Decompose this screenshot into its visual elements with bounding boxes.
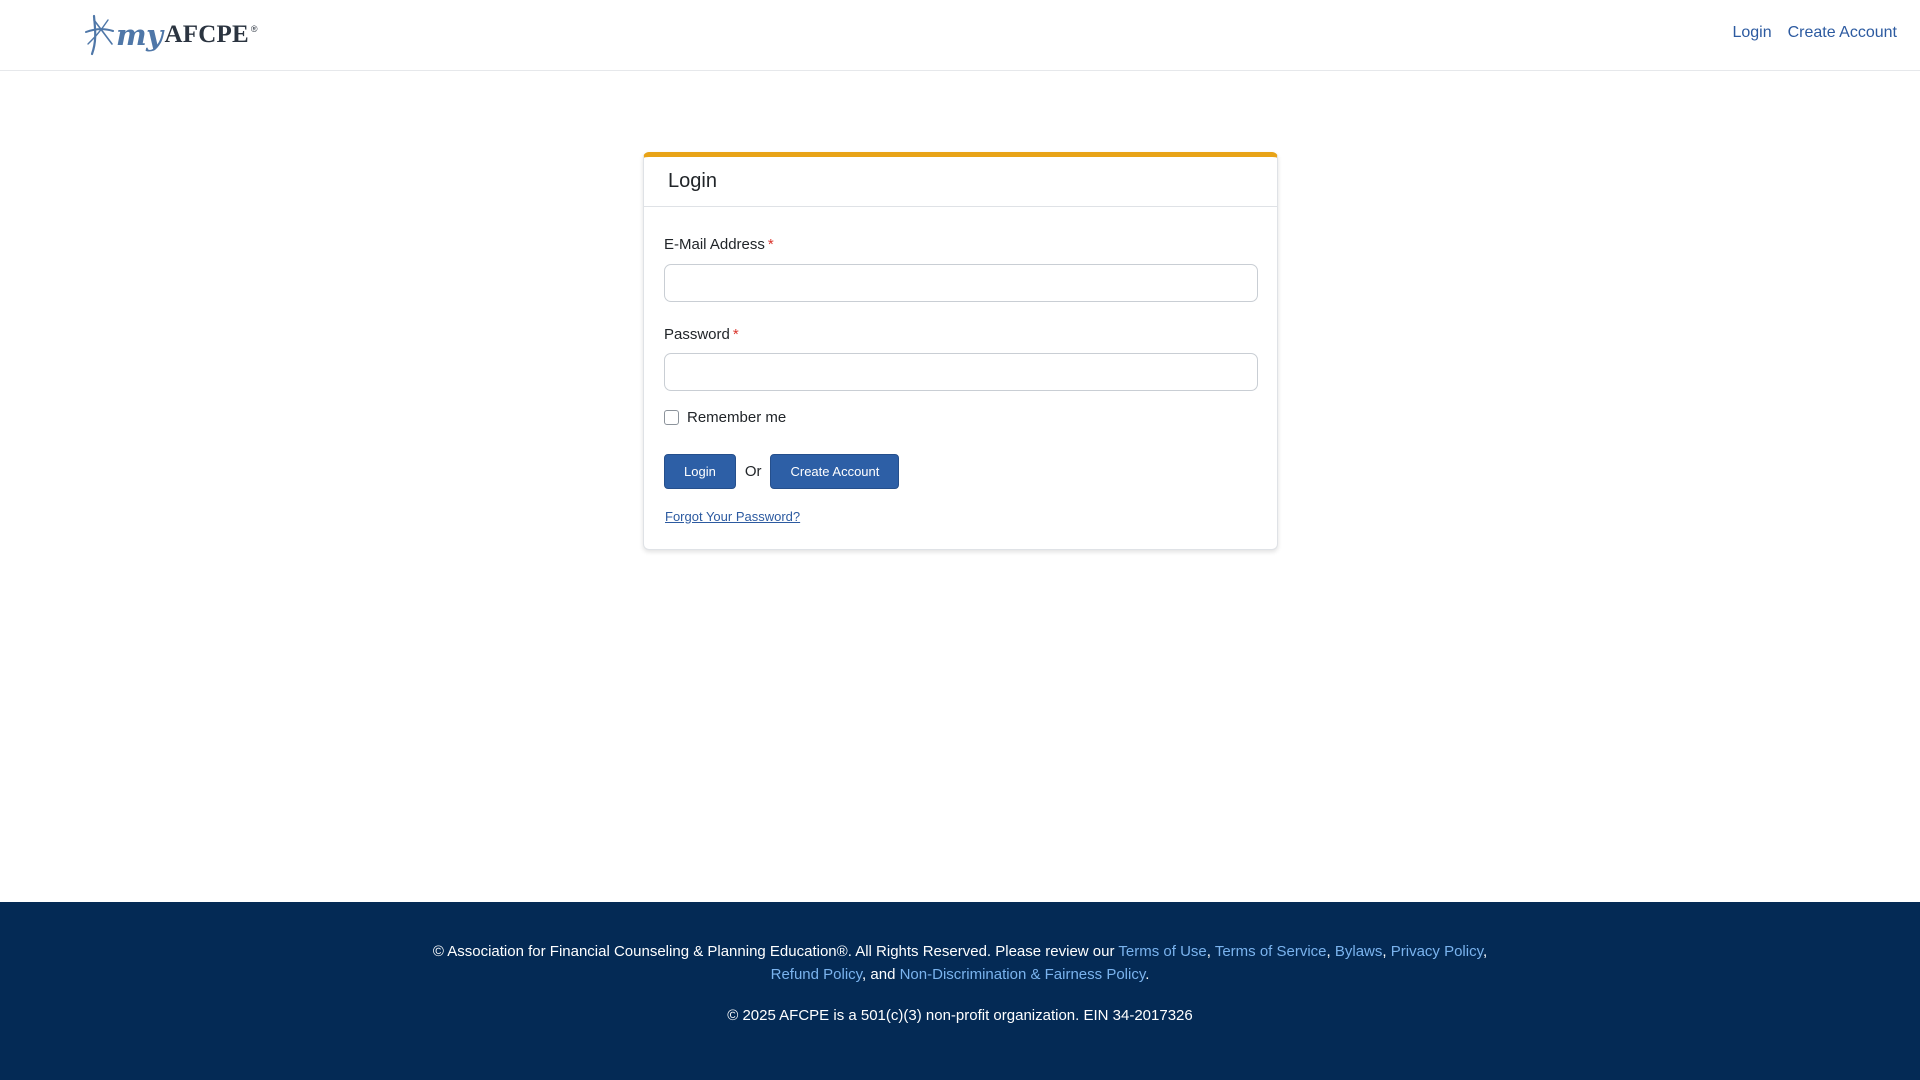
footer-nonprofit-text: © 2025 AFCPE is a 501(c)(3) non-profit o… — [727, 1007, 1193, 1024]
or-separator: Or — [744, 463, 762, 480]
logo-registered-mark: ® — [250, 24, 258, 34]
terms-of-service-link[interactable]: Terms of Service — [1215, 943, 1327, 960]
bylaws-link[interactable]: Bylaws — [1335, 943, 1383, 960]
email-required-marker: * — [767, 236, 774, 253]
password-input[interactable] — [664, 353, 1258, 391]
logo-my-text: my — [116, 18, 163, 52]
email-label: E-Mail Address * — [664, 236, 774, 253]
myafcpe-logo[interactable]: my AFCPE ® — [84, 14, 258, 56]
forgot-password-link[interactable]: Forgot Your Password? — [665, 509, 800, 524]
login-actions: Login Or Create Account — [664, 454, 900, 489]
top-navbar: my AFCPE ® Login Create Account — [0, 0, 1920, 71]
remember-me-row: Remember me — [664, 409, 786, 426]
footer-legal-text: © Association for Financial Counseling &… — [0, 940, 1920, 986]
top-nav-links: Login Create Account — [1732, 24, 1897, 42]
login-card-header: Login — [644, 157, 1277, 207]
remember-me-label[interactable]: Remember me — [687, 409, 786, 426]
footer-comma: , — [1206, 943, 1211, 960]
login-button[interactable]: Login — [664, 454, 736, 489]
footer-and: , and — [862, 966, 896, 983]
password-label: Password * — [664, 326, 739, 343]
non-discrimination-policy-link[interactable]: Non-Discrimination & Fairness Policy — [900, 966, 1146, 983]
footer-comma: , — [1482, 943, 1488, 960]
terms-of-use-link[interactable]: Terms of Use — [1118, 943, 1206, 960]
password-label-text: Password — [664, 326, 730, 343]
login-card-title: Login — [668, 170, 717, 192]
footer-comma: , — [1382, 943, 1387, 960]
compass-star-icon — [84, 14, 114, 56]
login-card: Login E-Mail Address * Password * Remember… — [643, 152, 1278, 550]
nav-login-link[interactable]: Login — [1732, 24, 1771, 42]
privacy-policy-link[interactable]: Privacy Policy — [1391, 943, 1483, 960]
logo-brand-text: AFCPE — [164, 21, 249, 48]
password-required-marker: * — [732, 326, 739, 343]
refund-policy-link[interactable]: Refund Policy — [771, 966, 862, 983]
footer-copyright-prefix: © Association for Financial Counseling &… — [432, 943, 1115, 960]
site-footer: © Association for Financial Counseling &… — [0, 902, 1920, 1080]
email-input[interactable] — [664, 264, 1258, 302]
create-account-button[interactable]: Create Account — [770, 454, 900, 489]
footer-period: . — [1145, 966, 1150, 983]
remember-me-checkbox[interactable] — [664, 410, 679, 425]
email-label-text: E-Mail Address — [664, 236, 765, 253]
footer-comma: , — [1326, 943, 1331, 960]
nav-create-account-link[interactable]: Create Account — [1788, 24, 1897, 42]
